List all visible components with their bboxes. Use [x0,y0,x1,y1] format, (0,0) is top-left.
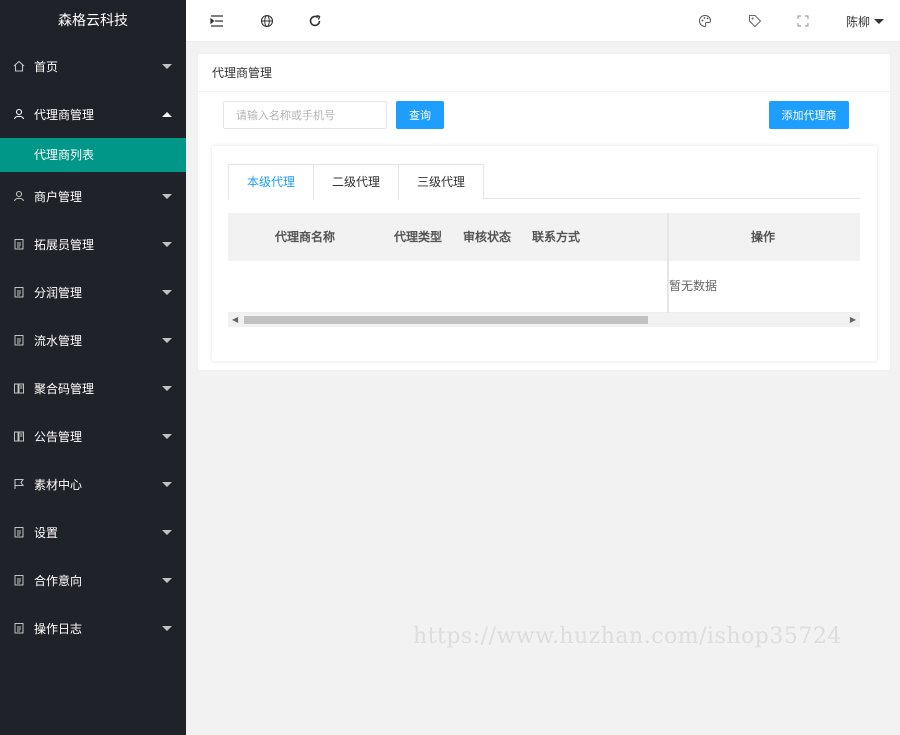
clipboard-icon [12,525,26,539]
tab-level-3[interactable]: 三级代理 [399,164,485,199]
theme-palette-icon[interactable] [696,12,714,30]
chevron-down-icon [162,433,172,439]
user-name: 陈柳 [845,15,870,29]
column-header: 代理商名称 [275,230,336,244]
sidebar: 森格云科技 首页 代理商管理 代理商列表 商户管理 拓展员管理 分润管理 流水管… [0,0,186,735]
sidebar-item-settings[interactable]: 设置 [0,508,186,556]
clipboard-icon [12,237,26,251]
chevron-up-icon [162,111,172,117]
user-icon [12,189,26,203]
app-logo: 森格云科技 [58,13,128,29]
top-header: 陈柳 [186,0,900,42]
home-icon [12,59,26,73]
watermark-text: https://www.huzhan.com/ishop35724 [413,624,842,649]
user-menu[interactable]: 陈柳 [846,13,884,30]
flag-icon [12,477,26,491]
query-button[interactable]: 查询 [396,101,444,129]
clipboard-icon [12,285,26,299]
agent-table-panel: 本级代理 二级代理 三级代理 代理商名称 代理类型 审核状态 联系方式 操作 暂… [212,146,877,361]
book-icon [12,429,26,443]
sidebar-item-merchants[interactable]: 商户管理 [0,172,186,220]
sidebar-item-transactions[interactable]: 流水管理 [0,316,186,364]
chevron-down-icon [162,529,172,535]
chevron-down-icon [874,19,884,24]
column-header: 操作 [751,230,776,244]
chevron-down-icon [162,385,172,391]
sidebar-item-label: 公告管理 [34,429,83,444]
sidebar-item-label: 商户管理 [34,189,83,204]
fullscreen-icon[interactable] [794,12,812,30]
sidebar-item-label: 设置 [34,525,59,540]
clipboard-icon [12,573,26,587]
scroll-right-icon[interactable]: ▶ [850,315,856,324]
sidebar-item-agents[interactable]: 代理商管理 [0,90,186,138]
sidebar-item-announcements[interactable]: 公告管理 [0,412,186,460]
column-header: 代理类型 [394,230,443,244]
tag-icon[interactable] [746,12,764,30]
sidebar-subitem-agent-list[interactable]: 代理商列表 [0,138,186,172]
column-header: 联系方式 [532,230,581,244]
agent-level-tabs: 本级代理 二级代理 三级代理 [228,164,860,200]
sidebar-item-label: 首页 [34,59,59,74]
search-input[interactable] [223,101,387,129]
tab-level-2[interactable]: 二级代理 [314,164,400,199]
sidebar-item-label: 拓展员管理 [34,237,95,252]
sidebar-item-label: 代理商管理 [34,107,95,122]
sidebar-item-qrcodes[interactable]: 聚合码管理 [0,364,186,412]
empty-state: 暂无数据 [669,279,718,293]
chevron-down-icon [162,241,172,247]
book-icon [12,381,26,395]
chevron-down-icon [162,481,172,487]
sidebar-item-label: 合作意向 [34,573,83,588]
chevron-down-icon [162,193,172,199]
add-agent-button[interactable]: 添加代理商 [769,101,849,129]
chevron-down-icon [162,63,172,69]
sidebar-item-label: 流水管理 [34,333,83,348]
horizontal-scrollbar[interactable]: ◀ ▶ [228,313,860,327]
refresh-icon[interactable] [306,12,324,30]
clipboard-icon [12,333,26,347]
page-title: 代理商管理 [198,54,890,92]
sidebar-item-profit-share[interactable]: 分润管理 [0,268,186,316]
table-header: 代理商名称 代理类型 审核状态 联系方式 操作 [228,213,860,261]
column-header: 审核状态 [463,230,512,244]
sidebar-item-label: 素材中心 [34,477,83,492]
scrollbar-thumb[interactable] [244,316,648,324]
sidebar-item-label: 聚合码管理 [34,381,95,396]
sidebar-item-promoters[interactable]: 拓展员管理 [0,220,186,268]
clipboard-icon [12,621,26,635]
chevron-down-icon [162,289,172,295]
sidebar-item-home[interactable]: 首页 [0,42,186,90]
collapse-menu-icon[interactable] [208,12,226,30]
sidebar-item-cooperation[interactable]: 合作意向 [0,556,186,604]
tab-level-1[interactable]: 本级代理 [228,164,315,200]
sidebar-item-label: 分润管理 [34,285,83,300]
scroll-left-icon[interactable]: ◀ [232,315,238,324]
globe-icon[interactable] [258,12,276,30]
sidebar-item-logs[interactable]: 操作日志 [0,604,186,652]
agent-management-card: 代理商管理 查询 添加代理商 本级代理 二级代理 三级代理 代理商名称 代理类型… [198,54,890,370]
chevron-down-icon [162,337,172,343]
fixed-column-divider [667,213,669,327]
table-body: 暂无数据 [228,261,860,313]
sidebar-item-label: 操作日志 [34,621,83,636]
sidebar-item-materials[interactable]: 素材中心 [0,460,186,508]
user-icon [12,107,26,121]
chevron-down-icon [162,577,172,583]
chevron-down-icon [162,625,172,631]
